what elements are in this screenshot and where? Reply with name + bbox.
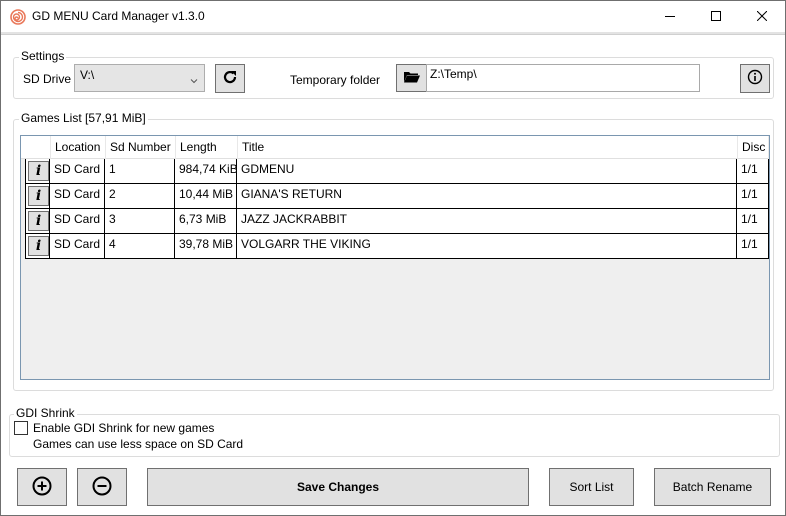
gdi-shrink-checkbox-label[interactable]: Enable GDI Shrink for new games [33, 421, 214, 435]
game-info-button[interactable]: i [25, 159, 50, 184]
sd-drive-label: SD Drive [23, 72, 72, 86]
minimize-icon [665, 10, 675, 24]
title-bar: GD MENU Card Manager v1.3.0 [1, 1, 785, 32]
cell-sd-number[interactable]: 2 [105, 184, 175, 209]
cell-title[interactable]: VOLGARR THE VIKING [237, 234, 737, 259]
folder-open-icon [403, 70, 420, 87]
remove-games-button[interactable] [77, 468, 127, 506]
cell-location: SD Card [50, 159, 105, 184]
cell-title[interactable]: GDMENU [237, 159, 737, 184]
column-header-sd-number[interactable]: Sd Number [106, 136, 176, 159]
browse-temp-folder-button[interactable] [396, 64, 427, 92]
cell-length: 984,74 KiB [175, 159, 237, 184]
table-row[interactable]: i SD Card 1 984,74 KiB GDMENU 1/1 [25, 159, 769, 184]
cell-title[interactable]: GIANA'S RETURN [237, 184, 737, 209]
refresh-drives-button[interactable] [215, 64, 245, 93]
info-icon: i [28, 211, 49, 231]
temp-folder-input[interactable]: Z:\Temp\ [426, 64, 700, 92]
save-changes-button[interactable]: Save Changes [147, 468, 529, 506]
games-list-group-label: Games List [57,91 MiB] [19, 111, 148, 125]
gdi-shrink-hint: Games can use less space on SD Card [33, 437, 244, 451]
info-circle-icon [747, 69, 763, 88]
cell-length: 6,73 MiB [175, 209, 237, 234]
maximize-button[interactable] [693, 1, 739, 32]
column-header-location[interactable]: Location [51, 136, 106, 159]
cell-disc: 1/1 [737, 159, 769, 184]
plus-circle-icon [32, 476, 52, 499]
gdi-shrink-group-label: GDI Shrink [14, 406, 77, 420]
refresh-icon [222, 69, 238, 88]
maximize-icon [711, 10, 721, 24]
cell-location: SD Card [50, 234, 105, 259]
table-header: Location Sd Number Length Title Disc [21, 136, 769, 159]
gdi-shrink-checkbox[interactable] [14, 421, 28, 435]
title-separator [1, 32, 785, 35]
cell-sd-number[interactable]: 4 [105, 234, 175, 259]
temp-folder-label: Temporary folder [290, 73, 381, 87]
table-row[interactable]: i SD Card 4 39,78 MiB VOLGARR THE VIKING… [25, 234, 769, 259]
table-row[interactable]: i SD Card 3 6,73 MiB JAZZ JACKRABBIT 1/1 [25, 209, 769, 234]
sd-drive-select[interactable]: V:\ [74, 64, 205, 92]
cell-length: 39,78 MiB [175, 234, 237, 259]
game-info-button[interactable]: i [25, 209, 50, 234]
dreamcast-swirl-icon [10, 9, 26, 25]
column-header-title[interactable]: Title [238, 136, 738, 159]
column-header-disc[interactable]: Disc [738, 136, 769, 159]
info-icon: i [28, 236, 49, 256]
cell-disc: 1/1 [737, 209, 769, 234]
game-info-button[interactable]: i [25, 184, 50, 209]
cell-disc: 1/1 [737, 184, 769, 209]
column-header-info[interactable] [25, 136, 51, 159]
game-info-button[interactable]: i [25, 234, 50, 259]
games-table[interactable]: Location Sd Number Length Title Disc i S… [20, 135, 770, 380]
cell-sd-number[interactable]: 1 [105, 159, 175, 184]
column-header-length[interactable]: Length [176, 136, 238, 159]
cell-location: SD Card [50, 184, 105, 209]
close-button[interactable] [739, 1, 785, 32]
cell-disc: 1/1 [737, 234, 769, 259]
minimize-button[interactable] [647, 1, 693, 32]
close-icon [756, 10, 768, 24]
temp-folder-value: Z:\Temp\ [430, 67, 477, 81]
about-button[interactable] [740, 64, 770, 93]
cell-title[interactable]: JAZZ JACKRABBIT [237, 209, 737, 234]
info-icon: i [28, 161, 49, 181]
batch-rename-button[interactable]: Batch Rename [654, 468, 771, 506]
table-row[interactable]: i SD Card 2 10,44 MiB GIANA'S RETURN 1/1 [25, 184, 769, 209]
chevron-down-icon [190, 74, 198, 84]
window-title: GD MENU Card Manager v1.3.0 [32, 9, 205, 23]
info-icon: i [28, 186, 49, 206]
add-games-button[interactable] [17, 468, 67, 506]
cell-sd-number[interactable]: 3 [105, 209, 175, 234]
settings-group-label: Settings [19, 49, 67, 63]
cell-length: 10,44 MiB [175, 184, 237, 209]
minus-circle-icon [92, 476, 112, 499]
cell-location: SD Card [50, 209, 105, 234]
sd-drive-value: V:\ [80, 68, 95, 82]
app-window: GD MENU Card Manager v1.3.0 Settings SD … [0, 0, 786, 516]
sort-list-button[interactable]: Sort List [549, 468, 634, 506]
